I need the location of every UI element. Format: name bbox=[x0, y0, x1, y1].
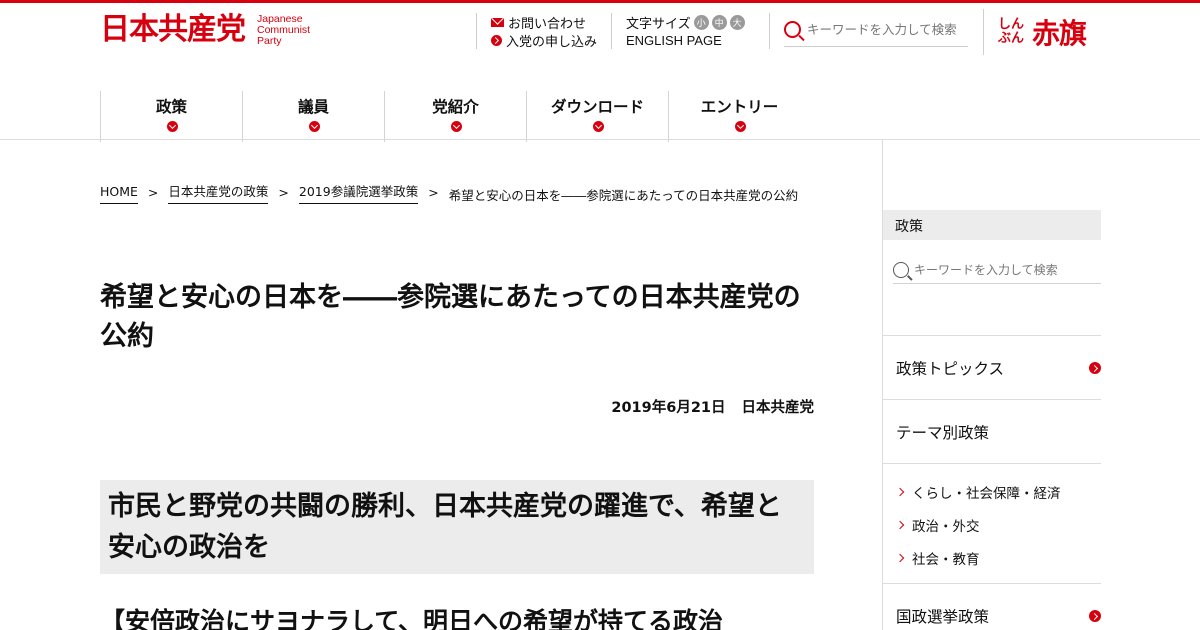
mail-icon bbox=[491, 17, 504, 27]
chevron-right-icon bbox=[895, 487, 905, 497]
english-page-link[interactable]: ENGLISH PAGE bbox=[626, 33, 722, 48]
chevron-right-icon bbox=[1089, 610, 1101, 622]
global-nav: 政策 議員 党紹介 ダウンロード エントリー bbox=[100, 91, 810, 142]
breadcrumb-election-policy[interactable]: 2019参議院選挙政策 bbox=[298, 185, 419, 204]
header-search bbox=[769, 13, 983, 49]
sidebar-search-input[interactable] bbox=[914, 262, 1094, 277]
section-heading: 市民と野党の共闘の勝利、日本共産党の躍進で、希望と安心の政治を bbox=[100, 480, 814, 574]
breadcrumb-current: 希望と安心の日本を――参院選にあたっての日本共産党の公約 bbox=[448, 188, 799, 203]
breadcrumb-separator: > bbox=[147, 185, 159, 200]
font-size-medium-button[interactable]: 中 bbox=[711, 14, 727, 30]
search-icon[interactable] bbox=[893, 261, 909, 278]
font-size-small-button[interactable]: 小 bbox=[693, 14, 709, 30]
nav-item-entry[interactable]: エントリー bbox=[668, 91, 810, 142]
post-date: 2019年6月21日 bbox=[611, 400, 726, 416]
search-icon[interactable] bbox=[784, 21, 801, 38]
header-search-input[interactable] bbox=[807, 22, 967, 37]
chevron-down-icon bbox=[450, 121, 462, 132]
sidebar-sub-item-society[interactable]: 社会・教育 bbox=[895, 548, 980, 568]
chevron-right-icon bbox=[895, 520, 905, 530]
nav-item-policy[interactable]: 政策 bbox=[100, 91, 242, 142]
font-size-label: 文字サイズ bbox=[626, 16, 691, 32]
logo-english: Japanese Communist Party bbox=[257, 12, 311, 47]
nav-item-members[interactable]: 議員 bbox=[242, 91, 384, 142]
breadcrumb-home[interactable]: HOME bbox=[100, 185, 138, 204]
akahata-kanji: 赤旗 bbox=[1032, 17, 1087, 50]
site-header: 日本共産党 Japanese Communist Party お問い合わせ 入党… bbox=[0, 3, 1200, 142]
sidebar-search bbox=[893, 256, 1101, 284]
sidebar-sub-item-life[interactable]: くらし・社会保障・経済 bbox=[895, 482, 1061, 502]
breadcrumb: HOME > 日本共産党の政策 > 2019参議院選挙政策 > 希望と安心の日本… bbox=[100, 185, 798, 204]
font-size-large-button[interactable]: 大 bbox=[729, 14, 745, 30]
chevron-right-icon bbox=[491, 34, 502, 46]
font-size-switcher: 文字サイズ 小 中 大 ENGLISH PAGE bbox=[611, 13, 769, 49]
sidebar-link-topics[interactable]: 政策トピックス bbox=[883, 335, 1101, 399]
breadcrumb-policy[interactable]: 日本共産党の政策 bbox=[168, 185, 269, 204]
breadcrumb-separator: > bbox=[428, 185, 439, 200]
contact-links: お問い合わせ 入党の申し込み bbox=[476, 13, 612, 50]
post-author: 日本共産党 bbox=[741, 400, 815, 416]
sidebar: 政策 政策トピックス テーマ別政策 くらし・社会保障・経済 政治・外交 社会・教… bbox=[882, 140, 1101, 630]
nav-item-about[interactable]: 党紹介 bbox=[384, 91, 526, 142]
breadcrumb-separator: > bbox=[278, 185, 289, 200]
nav-item-download[interactable]: ダウンロード bbox=[526, 91, 668, 142]
chevron-down-icon bbox=[308, 121, 320, 132]
post-meta: 2019年6月21日 日本共産党 bbox=[611, 396, 814, 417]
chevron-down-icon bbox=[592, 121, 604, 132]
sidebar-link-theme[interactable]: テーマ別政策 bbox=[883, 399, 1101, 463]
logo-japanese: 日本共産党 bbox=[100, 12, 246, 47]
chevron-right-icon bbox=[895, 553, 905, 563]
sidebar-sub-item-politics[interactable]: 政治・外交 bbox=[895, 515, 980, 535]
page-title: 希望と安心の日本を――参院選にあたっての日本共産党の公約 bbox=[100, 282, 801, 352]
akahata-logo[interactable]: しんぶん 赤旗 bbox=[983, 9, 1087, 55]
akahata-kana: しんぶん bbox=[998, 17, 1025, 46]
contact-link[interactable]: お問い合わせ bbox=[491, 13, 612, 32]
site-logo[interactable]: 日本共産党 Japanese Communist Party bbox=[100, 13, 310, 47]
chevron-right-icon bbox=[1089, 362, 1101, 374]
join-link[interactable]: 入党の申し込み bbox=[491, 31, 612, 50]
sub-heading: 【安倍政治にサヨナラして、明日への希望が持てる政治 bbox=[100, 607, 724, 630]
sidebar-link-national-election[interactable]: 国政選挙政策 bbox=[883, 583, 1101, 630]
sidebar-sub-list: くらし・社会保障・経済 政治・外交 社会・教育 bbox=[883, 463, 1101, 583]
chevron-down-icon bbox=[166, 121, 178, 132]
chevron-down-icon bbox=[734, 121, 746, 132]
sidebar-heading: 政策 bbox=[883, 210, 1101, 240]
